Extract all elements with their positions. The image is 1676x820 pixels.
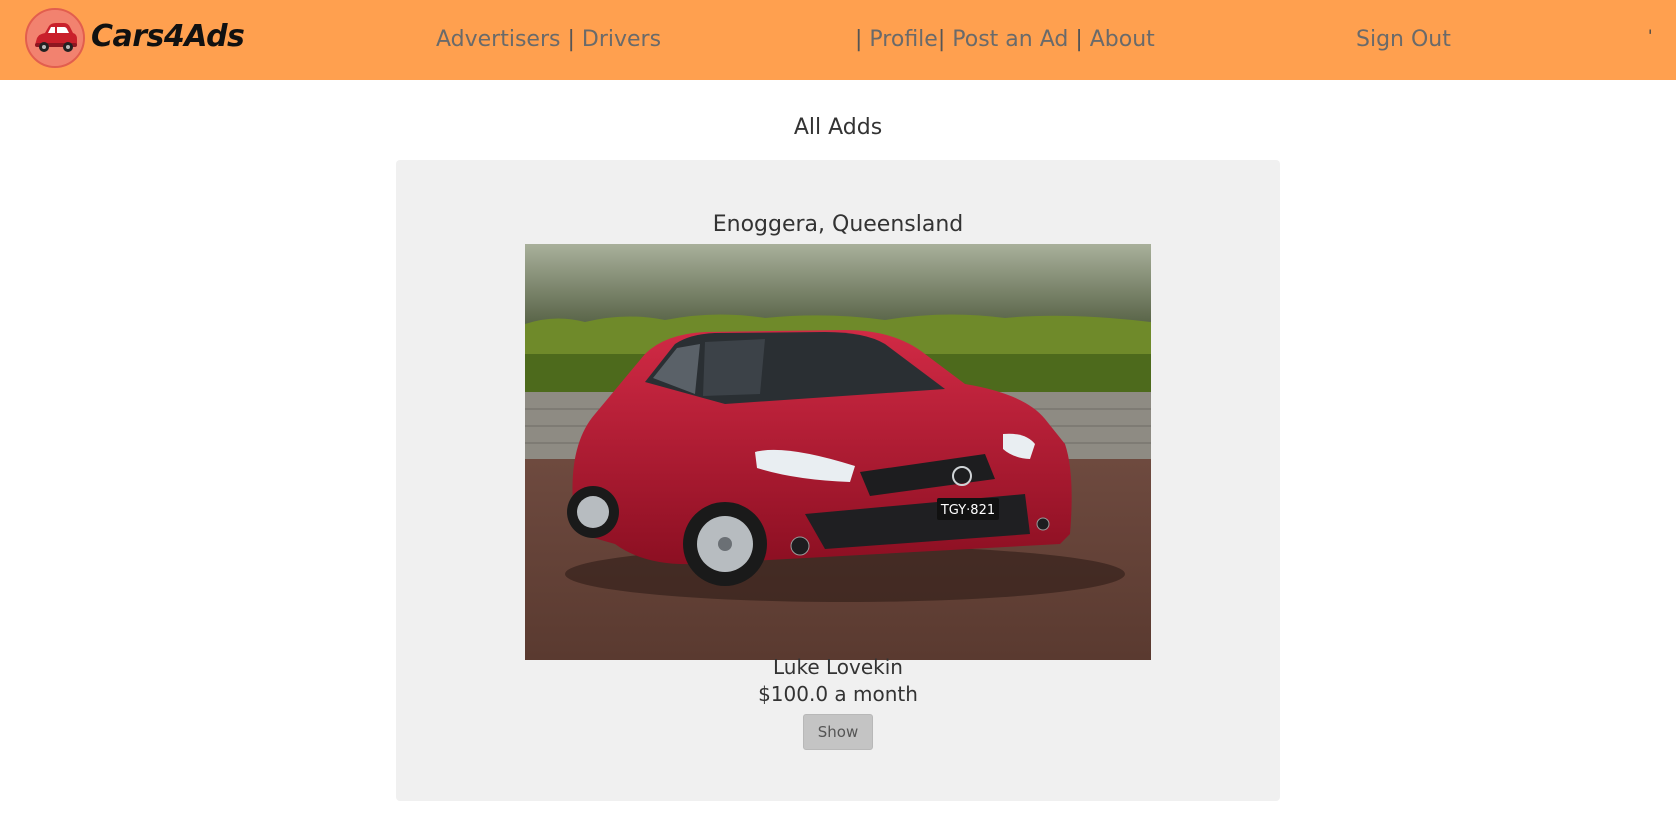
nav-separator: | — [567, 27, 575, 52]
red-sedan-photo: TGY·821 — [525, 244, 1151, 660]
ad-price: $100.0 a month — [758, 682, 918, 706]
ad-card: Enoggera, Queensland TGY·821 Luke Loveki… — [396, 160, 1280, 801]
nav-separator: | — [937, 27, 946, 52]
nav-separator: | — [1075, 27, 1083, 52]
top-navbar: Cars4Ads Advertisers | Drivers | Profile… — [0, 0, 1676, 80]
nav-sign-out: Sign Out — [1356, 25, 1451, 55]
car-logo-icon[interactable] — [25, 8, 85, 68]
nav-separator: | — [855, 27, 863, 52]
page-title: All Adds — [793, 115, 883, 140]
nav-link-about[interactable]: About — [1090, 27, 1155, 52]
sign-out-link[interactable]: Sign Out — [1356, 27, 1451, 52]
ad-location: Enoggera, Queensland — [712, 212, 964, 237]
nav-group-users: Advertisers | Drivers — [436, 25, 661, 55]
brand-name[interactable]: Cars4Ads — [91, 17, 245, 57]
ad-owner-name: Luke Lovekin — [773, 655, 903, 679]
nav-group-account: | Profile| Post an Ad | About — [855, 25, 1155, 55]
nav-link-post-ad[interactable]: Post an Ad — [952, 27, 1068, 52]
license-plate: TGY·821 — [940, 503, 995, 518]
show-ad-button[interactable]: Show — [803, 714, 873, 750]
nav-link-drivers[interactable]: Drivers — [582, 27, 661, 52]
nav-link-profile[interactable]: Profile — [869, 27, 937, 52]
nav-link-advertisers[interactable]: Advertisers — [436, 27, 560, 52]
stray-mark: ' — [1648, 26, 1653, 45]
